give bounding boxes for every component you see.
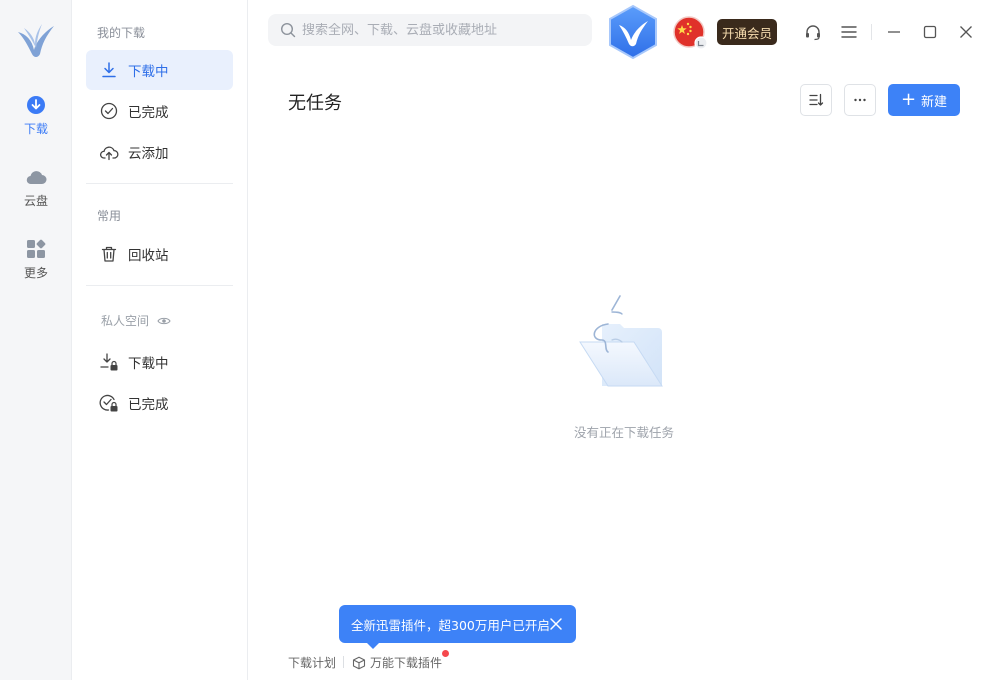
rail-item-cloud[interactable]: 云盘 xyxy=(0,166,72,222)
new-task-label: 新建 xyxy=(921,94,948,110)
empty-folder-illustration-icon xyxy=(579,295,663,387)
download-schedule-label: 下载计划 xyxy=(288,656,337,670)
menu-icon xyxy=(841,26,857,38)
apps-grid-icon xyxy=(25,238,47,260)
main-menu-button[interactable] xyxy=(839,22,859,42)
download-arrow-icon xyxy=(99,60,119,80)
nav-item-label: 云添加 xyxy=(128,146,169,162)
nav-item-private-downloading[interactable]: 下载中 xyxy=(86,342,233,382)
divider xyxy=(343,656,344,668)
download-schedule-link[interactable]: 下载计划 xyxy=(288,654,336,671)
nav-panel: 我的下载 下载中 已完成 云添加 常用 回收站 私人空间 下载中 已完成 xyxy=(72,0,248,680)
new-task-button[interactable]: + 新建 xyxy=(888,84,960,116)
left-rail: 下载 云盘 更多 xyxy=(0,0,72,680)
plugin-promo-text: 全新迅雷插件，超300万用户已开启 xyxy=(351,617,550,633)
minimize-button[interactable] xyxy=(884,22,904,42)
divider xyxy=(86,285,233,286)
rail-item-label: 下载 xyxy=(23,122,48,136)
nav-item-completed[interactable]: 已完成 xyxy=(86,91,233,131)
close-tooltip-icon[interactable] xyxy=(548,616,564,632)
divider xyxy=(871,24,872,40)
headset-icon xyxy=(806,25,820,41)
my-downloads-title: 我的下载 xyxy=(97,26,146,40)
private-space-title[interactable]: 私人空间 xyxy=(101,312,171,329)
check-circle-icon xyxy=(99,101,119,121)
app-window: 下载 云盘 更多 我的下载 下载中 已完成 云添加 常用 回收站 私人空间 下载… xyxy=(0,0,1000,680)
cube-icon xyxy=(352,656,366,669)
download-circle-icon xyxy=(25,94,47,116)
rail-item-label: 云盘 xyxy=(23,194,48,208)
thunder-brand-badge-icon[interactable] xyxy=(606,3,660,61)
divider xyxy=(86,183,233,184)
nav-item-downloading[interactable]: 下载中 xyxy=(86,50,233,90)
trash-icon xyxy=(99,244,119,264)
open-vip-button[interactable]: 开通会员 xyxy=(717,19,777,45)
nav-item-recycle-bin[interactable]: 回收站 xyxy=(86,234,233,274)
more-dots-icon xyxy=(854,98,866,102)
user-avatar-icon[interactable] xyxy=(672,16,708,50)
close-icon xyxy=(960,26,972,38)
rail-item-download[interactable]: 下载 xyxy=(0,94,72,150)
download-lock-icon xyxy=(99,352,119,372)
nav-item-label: 下载中 xyxy=(128,64,169,80)
customer-service-button[interactable] xyxy=(803,22,823,42)
sort-button[interactable] xyxy=(800,84,832,116)
nav-item-private-completed[interactable]: 已完成 xyxy=(86,383,233,423)
universal-plugin-label: 万能下载插件 xyxy=(370,656,443,670)
sort-icon xyxy=(809,93,824,106)
nav-item-cloud-add[interactable]: 云添加 xyxy=(86,132,233,172)
minimize-icon xyxy=(888,31,900,33)
plus-icon: + xyxy=(900,89,917,110)
thunder-bird-logo-icon[interactable] xyxy=(14,18,58,62)
rail-item-more[interactable]: 更多 xyxy=(0,238,72,294)
maximize-icon xyxy=(923,25,937,39)
search-input[interactable] xyxy=(302,22,572,38)
plugin-promo-tooltip: 全新迅雷插件，超300万用户已开启 xyxy=(339,605,576,649)
empty-state-text: 没有正在下载任务 xyxy=(573,425,674,440)
private-space-label: 私人空间 xyxy=(101,314,150,328)
close-window-button[interactable] xyxy=(956,22,976,42)
common-title: 常用 xyxy=(97,209,122,223)
page-title: 无任务 xyxy=(288,93,342,114)
nav-item-label: 已完成 xyxy=(128,105,169,121)
nav-item-label: 回收站 xyxy=(128,248,169,264)
more-options-button[interactable] xyxy=(844,84,876,116)
maximize-button[interactable] xyxy=(920,22,940,42)
notification-dot xyxy=(442,650,449,657)
universal-plugin-link[interactable]: 万能下载插件 xyxy=(352,654,442,671)
cloud-icon xyxy=(25,166,47,188)
search-icon xyxy=(280,22,296,38)
rail-item-label: 更多 xyxy=(23,266,48,280)
cloud-upload-icon xyxy=(99,142,119,162)
search-box[interactable] xyxy=(268,14,592,46)
check-lock-icon xyxy=(99,393,119,413)
nav-item-label: 下载中 xyxy=(128,356,169,372)
nav-item-label: 已完成 xyxy=(128,397,169,413)
eye-icon[interactable] xyxy=(157,314,171,328)
